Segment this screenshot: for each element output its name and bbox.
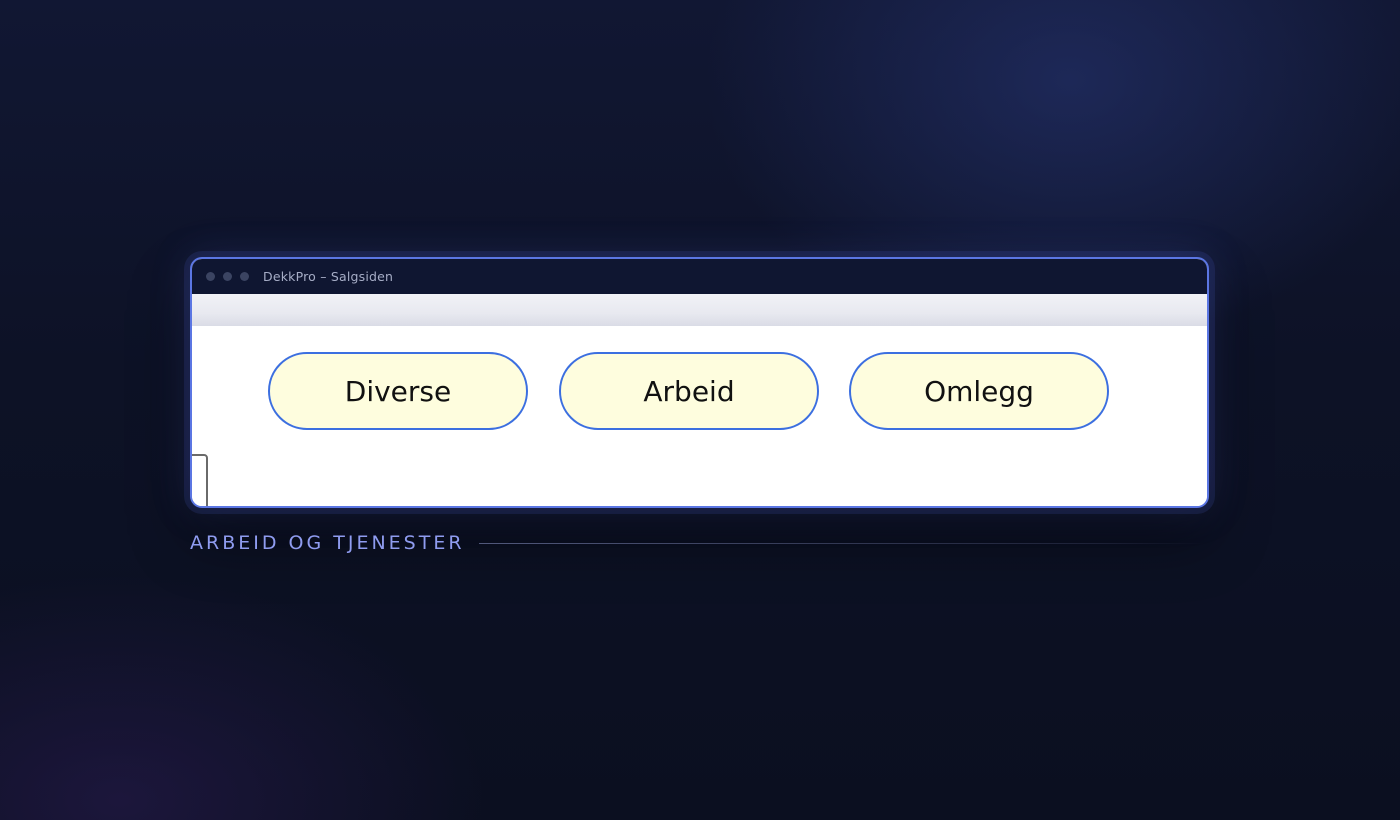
window-title: DekkPro – Salgsiden <box>263 269 394 284</box>
window-dot-icon[interactable] <box>206 272 215 281</box>
caption-row: ARBEID OG TJENESTER <box>190 531 1205 555</box>
omlegg-button[interactable]: Omlegg <box>849 352 1109 430</box>
window-titlebar: DekkPro – Salgsiden <box>192 259 1207 294</box>
window-dot-icon[interactable] <box>240 272 249 281</box>
arbeid-button[interactable]: Arbeid <box>559 352 819 430</box>
window-controls <box>206 272 249 281</box>
app-window: DekkPro – Salgsiden Diverse Arbeid Omleg… <box>190 257 1209 508</box>
toolbar-strip <box>192 294 1207 326</box>
window-dot-icon[interactable] <box>223 272 232 281</box>
partial-panel-edge <box>192 454 208 506</box>
diverse-button[interactable]: Diverse <box>268 352 528 430</box>
section-caption: ARBEID OG TJENESTER <box>190 532 465 554</box>
page-content: Diverse Arbeid Omlegg <box>192 326 1207 506</box>
caption-divider <box>478 542 1205 544</box>
